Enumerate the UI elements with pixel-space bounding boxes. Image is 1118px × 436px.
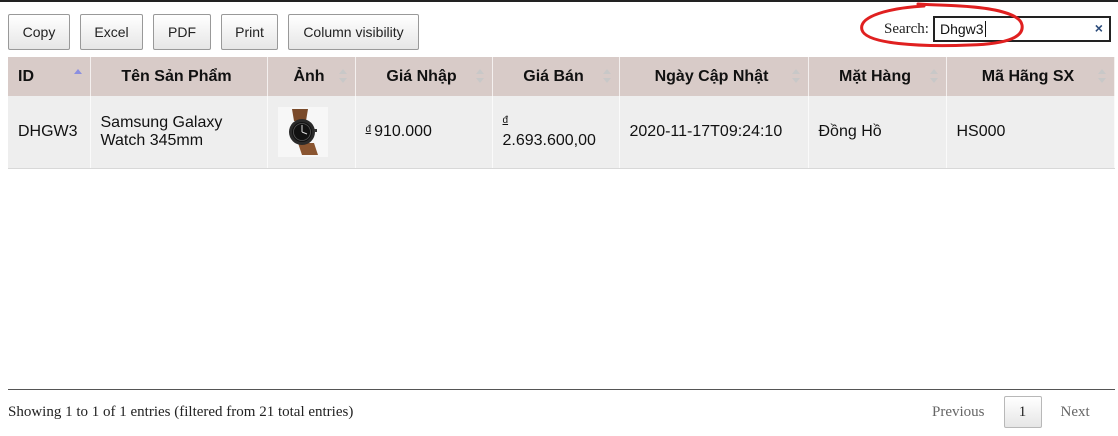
- cell-category: Đồng Hồ: [808, 96, 947, 169]
- import-price-value: 910.000: [374, 122, 432, 140]
- dong-currency-symbol: đ: [502, 114, 509, 126]
- cell-sale-price: đ 2.693.600,00: [492, 96, 620, 169]
- search-value: Dhgw3: [939, 21, 984, 37]
- sale-price-value: 2.693.600,00: [502, 131, 596, 149]
- sort-icon: [338, 69, 347, 85]
- sort-icon: [475, 69, 484, 85]
- cell-product-name: Samsung Galaxy Watch 345mm: [90, 96, 268, 169]
- excel-button[interactable]: Excel: [80, 14, 143, 50]
- cell-image: [267, 96, 356, 169]
- pdf-button[interactable]: PDF: [153, 14, 211, 50]
- column-header-import-price[interactable]: Giá Nhập: [355, 57, 493, 96]
- column-header-label: Giá Nhập: [386, 67, 457, 85]
- top-border: [0, 0, 1118, 2]
- column-visibility-button[interactable]: Column visibility: [288, 14, 419, 50]
- print-button[interactable]: Print: [221, 14, 278, 50]
- previous-page-button[interactable]: Previous: [932, 404, 985, 421]
- table-bottom-divider: [8, 389, 1115, 390]
- next-page-button[interactable]: Next: [1061, 404, 1090, 421]
- column-header-category[interactable]: Mặt Hàng: [808, 57, 947, 96]
- column-header-label: Mã Hãng SX: [981, 67, 1075, 85]
- sort-ascending-icon: [73, 69, 82, 85]
- dong-currency-symbol: đ: [365, 123, 372, 135]
- column-header-brand-code[interactable]: Mã Hãng SX: [946, 57, 1115, 96]
- cell-import-price: đ 910.000: [355, 96, 493, 169]
- pagination: Previous 1 Next: [932, 396, 1090, 428]
- column-header-sale-price[interactable]: Giá Bán: [492, 57, 620, 96]
- column-header-updated-date[interactable]: Ngày Cập Nhật: [619, 57, 809, 96]
- sort-icon: [602, 69, 611, 85]
- sort-icon: [791, 69, 800, 85]
- column-header-label: Ảnh: [293, 67, 325, 85]
- page-1-button[interactable]: 1: [1003, 396, 1042, 428]
- copy-button[interactable]: Copy: [8, 14, 70, 50]
- sort-icon: [929, 69, 938, 85]
- text-caret: [984, 21, 986, 37]
- table-header-row: ID Tên Sản Phẩm Ảnh Giá Nhập Giá Bán Ngà…: [8, 57, 1115, 96]
- cell-id: DHGW3: [8, 96, 91, 169]
- table-info: Showing 1 to 1 of 1 entries (filtered fr…: [8, 404, 354, 420]
- column-header-product-name[interactable]: Tên Sản Phẩm: [90, 57, 268, 96]
- table-row[interactable]: DHGW3 Samsung Galaxy Watch 345mm đ 910.00…: [8, 96, 1115, 169]
- column-header-image[interactable]: Ảnh: [267, 57, 356, 96]
- column-header-id[interactable]: ID: [8, 57, 91, 96]
- cell-updated-date: 2020-11-17T09:24:10: [619, 96, 809, 169]
- smartwatch-image: [277, 106, 328, 157]
- column-header-label: Tên Sản Phẩm: [121, 67, 232, 85]
- search-input[interactable]: Dhgw3 ×: [932, 16, 1111, 42]
- column-header-label: Ngày Cập Nhật: [654, 67, 769, 85]
- cell-brand-code: HS000: [946, 96, 1115, 169]
- column-header-label: ID: [18, 67, 34, 85]
- search-filter: Search: Dhgw3 ×: [884, 16, 1111, 42]
- clear-search-icon[interactable]: ×: [1095, 20, 1103, 36]
- column-header-label: Giá Bán: [523, 67, 584, 85]
- export-toolbar: Copy Excel PDF Print Column visibility: [8, 14, 419, 50]
- column-header-label: Mặt Hàng: [839, 67, 911, 85]
- search-label: Search:: [884, 20, 929, 37]
- sort-icon: [1097, 69, 1106, 85]
- products-table: ID Tên Sản Phẩm Ảnh Giá Nhập Giá Bán Ngà…: [8, 57, 1115, 169]
